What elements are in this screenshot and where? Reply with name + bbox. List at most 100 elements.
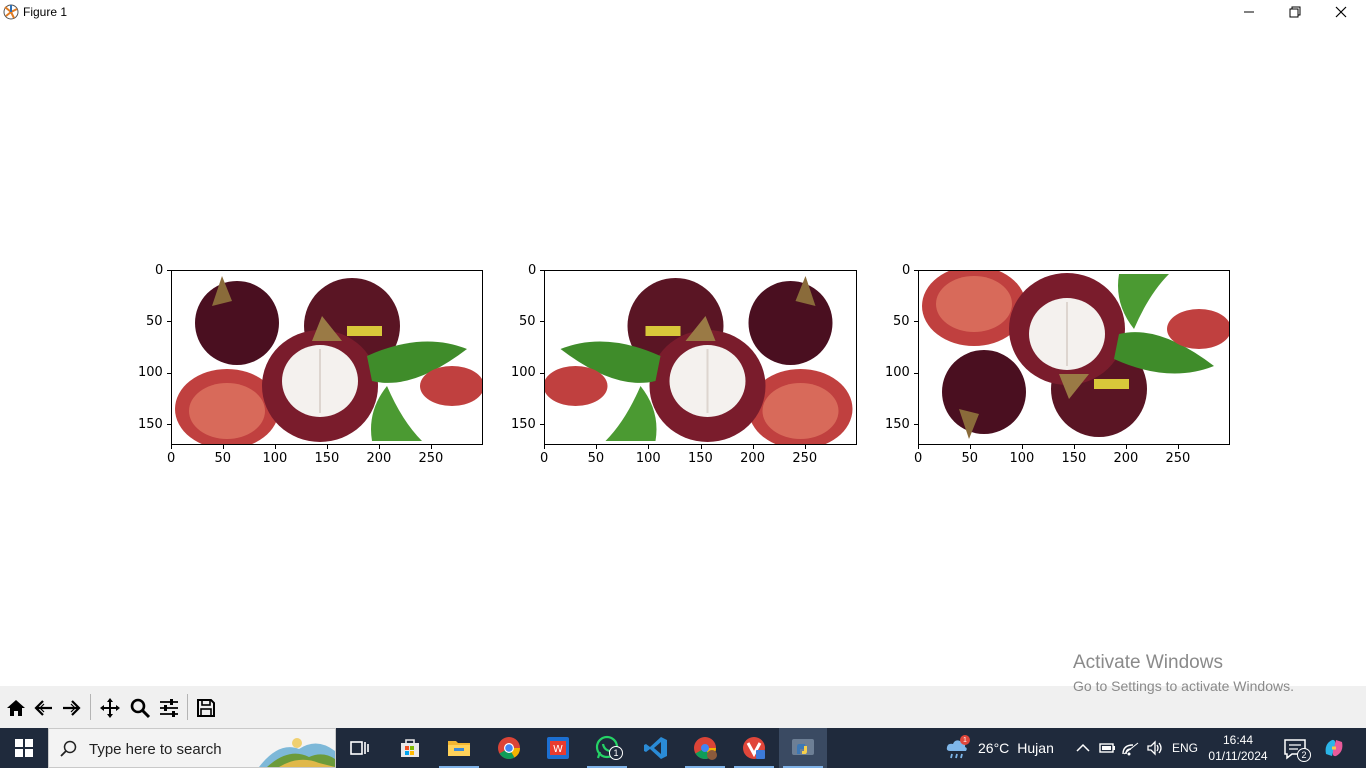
whatsapp-button[interactable]: 1 <box>583 728 631 768</box>
x-tick-label: 150 <box>314 451 340 466</box>
vivaldi-icon <box>743 737 765 759</box>
y-tick-label: 50 <box>893 313 910 329</box>
x-tick-mark <box>918 445 919 449</box>
microsoft-store-button[interactable] <box>386 728 434 768</box>
toolbar-separator <box>90 694 91 720</box>
x-tick-mark <box>752 445 754 449</box>
save-icon <box>197 699 215 717</box>
x-tick-label: 250 <box>418 451 444 466</box>
system-clock[interactable]: 16:44 01/11/2024 <box>1207 732 1269 764</box>
weather-temperature: 26°C <box>978 740 1010 756</box>
minimize-icon <box>1244 11 1254 13</box>
x-tick-mark <box>1022 445 1023 449</box>
figure-canvas[interactable]: 0 50 100 150 200 250 0 50 100 150 0 50 100 150 200 250 0… <box>0 24 1366 686</box>
toolbar-separator <box>187 694 188 720</box>
chrome-profile-icon <box>694 737 717 760</box>
copilot-icon[interactable] <box>1322 736 1346 760</box>
y-tick-mark <box>914 372 918 374</box>
clock-time: 16:44 <box>1222 733 1254 747</box>
vscode-button[interactable] <box>632 728 680 768</box>
y-tick-mark <box>540 321 544 323</box>
y-tick-label: 50 <box>519 313 536 329</box>
forward-icon <box>63 700 81 716</box>
watermark-title: Activate Windows <box>1073 652 1223 673</box>
y-tick-mark <box>540 372 544 374</box>
x-tick-label: 50 <box>587 451 605 466</box>
x-tick-label: 100 <box>1009 451 1035 466</box>
x-tick-label: 200 <box>740 451 765 466</box>
y-tick-mark <box>914 424 918 426</box>
speaker-icon[interactable] <box>1146 739 1164 757</box>
mangosteen-image <box>175 276 482 444</box>
x-tick-mark <box>223 445 224 449</box>
axes-flipped-horizontal[interactable] <box>544 270 857 445</box>
y-tick-mark <box>167 372 171 374</box>
task-view-button[interactable] <box>336 728 384 768</box>
home-icon <box>7 700 25 716</box>
clock-date: 01/11/2024 <box>1208 749 1268 763</box>
battery-icon[interactable] <box>1098 739 1116 757</box>
wifi-icon[interactable] <box>1122 739 1140 757</box>
file-explorer-icon <box>448 741 470 756</box>
back-icon <box>34 700 52 716</box>
axes-original[interactable] <box>171 270 483 445</box>
zoom-button[interactable] <box>127 695 153 721</box>
whatsapp-unread-badge: 1 <box>609 746 623 760</box>
restore-button[interactable] <box>1272 0 1318 24</box>
y-tick-mark <box>540 270 544 271</box>
start-button[interactable] <box>0 728 48 768</box>
file-explorer-button[interactable] <box>435 728 483 768</box>
restore-icon <box>1289 6 1301 18</box>
pan-icon <box>100 698 120 718</box>
windows-logo-icon <box>15 739 33 757</box>
weather-widget[interactable]: 1 26°C Hujan <box>944 728 1054 768</box>
screen: Figure 1 0 50 100 150 200 250 0 50 100 1… <box>0 0 1366 768</box>
y-tick-label: 150 <box>138 416 163 432</box>
python-button[interactable] <box>779 728 827 768</box>
y-tick-label: 0 <box>155 262 164 278</box>
chrome-button[interactable] <box>485 728 533 768</box>
matplotlib-icon <box>3 4 19 20</box>
x-tick-label: 0 <box>540 451 549 466</box>
y-tick-label: 150 <box>885 416 910 432</box>
x-tick-label: 50 <box>961 451 979 466</box>
vscode-icon <box>644 737 667 759</box>
svg-text:W: W <box>553 744 563 755</box>
x-tick-mark <box>1074 445 1075 449</box>
back-button[interactable] <box>31 695 57 721</box>
wps-office-button[interactable]: W <box>534 728 582 768</box>
wps-office-icon: W <box>547 737 569 759</box>
search-placeholder: Type here to search <box>89 741 222 758</box>
home-button[interactable] <box>3 695 29 721</box>
y-tick-label: 50 <box>146 313 163 329</box>
vivaldi-button[interactable] <box>730 728 778 768</box>
minimize-button[interactable] <box>1226 0 1272 24</box>
y-tick-label: 150 <box>511 416 536 432</box>
y-tick-mark <box>167 321 171 323</box>
x-tick-label: 0 <box>914 451 923 466</box>
x-tick-label: 150 <box>688 451 713 466</box>
forward-button[interactable] <box>58 695 84 721</box>
taskbar: Type here to search W 1 1 26°C Hujan ENG… <box>0 728 1366 768</box>
axes-flipped-vertical[interactable] <box>918 270 1230 445</box>
x-tick-mark <box>431 445 432 449</box>
chrome-icon <box>498 737 520 759</box>
taskbar-search-box[interactable]: Type here to search <box>48 728 336 768</box>
y-tick-label: 100 <box>885 365 910 381</box>
input-language[interactable]: ENG <box>1172 741 1198 755</box>
notification-count-badge: 2 <box>1297 748 1311 762</box>
search-highlight-art <box>259 738 335 767</box>
configure-subplots-button[interactable] <box>156 695 182 721</box>
y-tick-mark <box>914 270 918 271</box>
y-tick-label: 100 <box>511 365 536 381</box>
x-tick-mark <box>544 445 545 449</box>
pan-button[interactable] <box>97 695 123 721</box>
close-button[interactable] <box>1318 0 1364 24</box>
chevron-up-icon[interactable] <box>1074 739 1092 757</box>
chrome-profile-button[interactable] <box>681 728 729 768</box>
y-tick-mark <box>914 321 918 323</box>
y-tick-mark <box>540 424 544 426</box>
x-tick-label: 200 <box>1113 451 1139 466</box>
save-button[interactable] <box>193 695 219 721</box>
x-tick-mark <box>379 445 380 449</box>
